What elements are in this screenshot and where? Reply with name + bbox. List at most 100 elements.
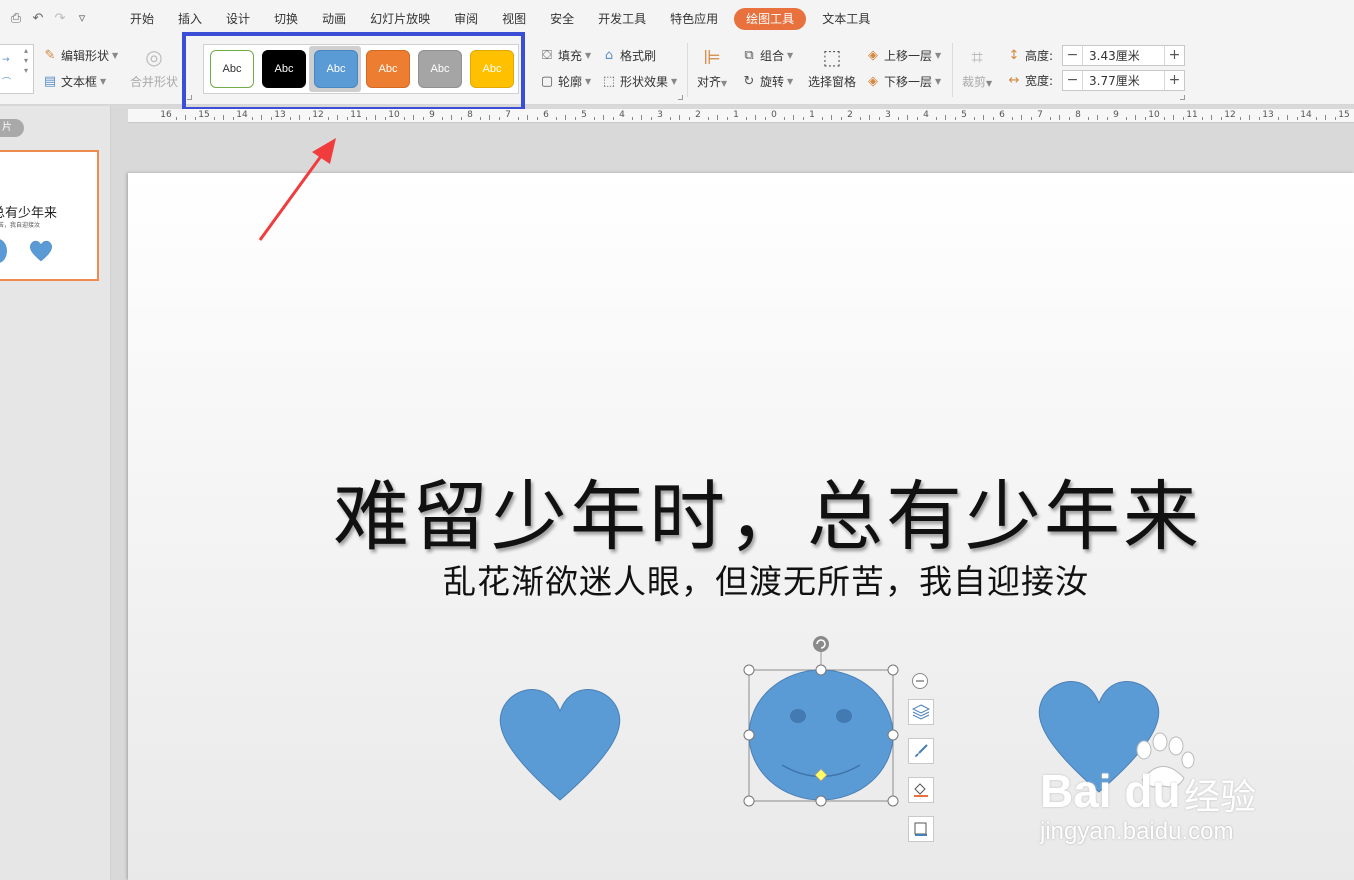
ruler-minor-tick [555,117,557,120]
tab-drawing-tools[interactable]: 绘图工具 [734,7,807,30]
format-painter-button[interactable]: ⌂ 格式刷 [601,47,656,64]
height-decrease-button[interactable]: − [1063,46,1083,65]
slide-title[interactable]: 难留少年时，总有少年来 [333,455,1202,565]
tab-security[interactable]: 安全 [538,8,586,30]
tab-view[interactable]: 视图 [490,8,538,30]
align-button[interactable]: ⊫ 对齐▼ [697,45,727,90]
ruler-tick-label: 10 [388,110,400,120]
ruler-minor-tick [717,115,718,120]
width-input[interactable]: 3.77厘米 [1083,72,1164,89]
width-label: 宽度: [1025,74,1054,88]
ruler-minor-tick [489,115,490,120]
tab-developer[interactable]: 开发工具 [586,8,658,30]
preview-icon[interactable]: ⎙ [8,11,24,26]
ruler-minor-tick [536,117,538,120]
bring-forward-button[interactable]: ◈ 上移一层 ▼ [865,47,941,64]
curve-icon: ⌒ [2,78,12,88]
shape-effects-button[interactable]: ⬚ 形状效果 ▼ [601,73,677,90]
ruler-minor-tick [840,117,842,120]
wps-presentation-window: ⎙ ↶ ↷ ▿ 开始 插入 设计 切换 动画 幻灯片放映 审阅 视图 安全 开发… [0,0,1354,880]
ruler-minor-tick [1258,117,1260,120]
ruler-minor-tick [1097,115,1098,120]
ruler-tick-label: 11 [1186,110,1198,120]
slide-subtitle[interactable]: 乱花渐欲迷人眼，但渡无所苦，我自迎接汝 [443,555,1089,603]
chevron-down-icon: ▼ [112,51,119,60]
fill-button[interactable]: ⛋ 填充 ▼ [539,47,591,64]
ruler-minor-tick [365,117,367,120]
ruler-tick-label: 8 [467,110,473,120]
ruler-minor-tick [603,115,604,120]
ruler-tick-label: 6 [543,110,549,120]
outline-button[interactable]: ▢ 轮廓 ▼ [539,73,591,90]
slide-thumbnail-1[interactable]: 总有少年来 苦，我自迎接汝 [0,150,99,281]
ruler-minor-tick [992,117,994,120]
heart-shape-left[interactable] [498,686,622,802]
merge-shapes-button[interactable]: ◎ 合并形状 [130,45,178,90]
height-increase-button[interactable]: + [1164,46,1184,65]
ruler-minor-tick [593,117,595,120]
fill-quick-button[interactable] [908,777,934,803]
crop-button[interactable]: ⌗ 裁剪▼ [962,45,992,90]
width-label-group: ↔ 宽度: [1006,72,1054,89]
width-decrease-button[interactable]: − [1063,71,1083,90]
width-field: − 3.77厘米 + [1062,70,1185,91]
ruler-minor-tick [859,117,861,120]
fill-label: 填充 [558,49,583,63]
group-button[interactable]: ⧉ 组合 ▼ [741,47,793,64]
style-quick-button[interactable] [908,738,934,764]
ruler-minor-tick [916,117,918,120]
slides-panel-tab[interactable]: 片 [0,119,24,137]
ruler-minor-tick [1315,117,1317,120]
rotate-button[interactable]: ↻ 旋转 ▼ [741,73,794,90]
ruler-minor-tick [612,117,614,120]
height-icon: ↕ [1008,48,1020,63]
ruler-minor-tick [327,117,329,120]
tab-home[interactable]: 开始 [118,8,166,30]
horizontal-ruler[interactable]: 16 15 14 13 12 11 10 9 8 7 6 5 4 3 2 1 0 1 2 3 4 5 6 7 8 9 10 11 12 1… [128,109,1354,123]
smiley-face-shape-selected[interactable] [740,630,924,812]
align-label: 对齐 [697,75,722,89]
shape-insert-gallery-edge[interactable]: → ⌒ [0,44,34,94]
thumbnail-heart-shape [30,240,52,262]
customize-dropdown-icon[interactable]: ▿ [74,11,90,26]
height-input[interactable]: 3.43厘米 [1083,47,1164,64]
tab-animations[interactable]: 动画 [310,8,358,30]
chevron-down-icon: ▼ [935,51,942,60]
thumbnail-title: 总有少年来 [0,206,58,221]
align-icon: ⊫ [703,45,721,69]
ruler-tick-label: 7 [505,110,511,120]
width-increase-button[interactable]: + [1164,71,1184,90]
annotation-highlight-box [182,32,525,111]
tab-slideshow[interactable]: 幻灯片放映 [358,8,442,30]
ruler-minor-tick [441,117,443,120]
tab-design[interactable]: 设计 [214,8,262,30]
dialog-launcher-icon[interactable] [678,95,683,100]
ruler-minor-tick [375,115,376,120]
layers-quick-button[interactable] [908,699,934,725]
arrow-right-icon: → [2,55,10,65]
tab-insert[interactable]: 插入 [166,8,214,30]
ruler-minor-tick [213,117,215,120]
tab-text-tools[interactable]: 文本工具 [810,8,882,30]
edit-shape-button[interactable]: ✎ 编辑形状 ▼ [42,47,119,64]
ruler-tick-label: 6 [999,110,1005,120]
selection-pane-button[interactable]: ⬚ 选择窗格 [808,45,856,90]
ruler-minor-tick [821,117,823,120]
outline-quick-button[interactable] [908,816,934,842]
paint-bucket-icon [914,783,928,797]
thumbnail-subtitle: 苦，我自迎接汝 [0,222,41,229]
tab-transitions[interactable]: 切换 [262,8,310,30]
send-backward-label: 下移一层 [884,75,933,89]
redo-icon[interactable]: ↷ [52,11,68,26]
gallery-scroll-icon[interactable]: ▴ ▾ ▾ [24,46,28,76]
tab-review[interactable]: 审阅 [442,8,490,30]
undo-icon[interactable]: ↶ [30,11,46,26]
text-box-button[interactable]: ▤ 文本框 ▼ [42,73,106,90]
collapse-toolbar-icon[interactable] [911,672,929,690]
ruler-minor-tick [1106,117,1108,120]
tab-special-apps[interactable]: 特色应用 [658,8,730,30]
send-backward-button[interactable]: ◈ 下移一层 ▼ [865,73,941,90]
format-painter-icon: ⌂ [604,48,614,63]
dialog-launcher-icon[interactable] [1180,95,1185,100]
ruler-minor-tick [460,117,462,120]
